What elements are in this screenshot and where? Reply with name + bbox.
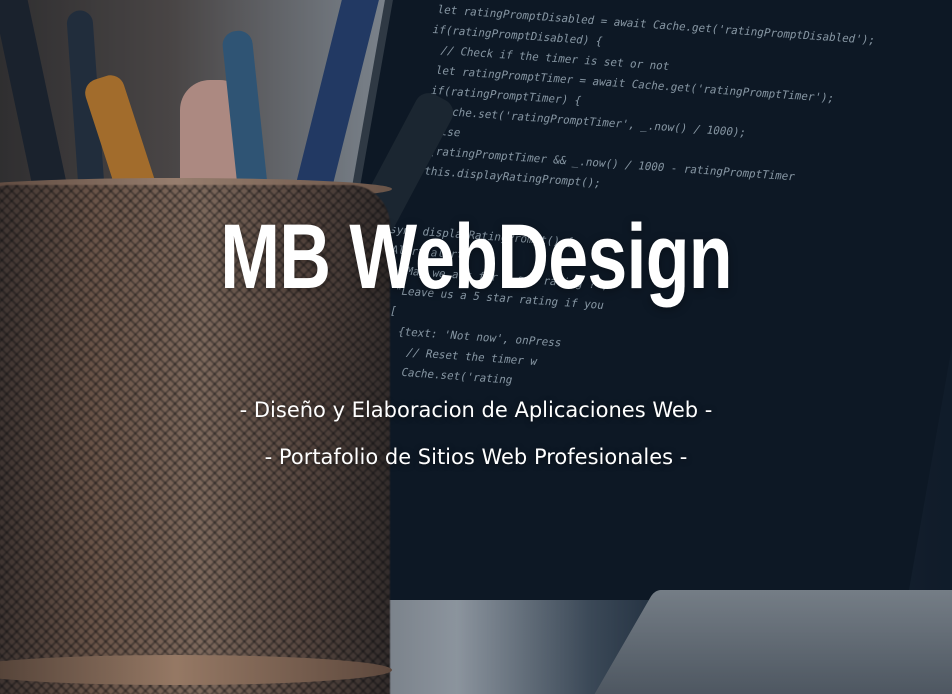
tagline-portfolio: - Portafolio de Sitios Web Profesionales…: [264, 445, 688, 469]
dark-overlay: [0, 0, 952, 694]
hero-banner: let ratingPromptDisabled = await Cache.g…: [0, 0, 952, 694]
tagline-services: - Diseño y Elaboracion de Aplicaciones W…: [239, 398, 713, 422]
site-title: MB WebDesign: [220, 206, 732, 308]
